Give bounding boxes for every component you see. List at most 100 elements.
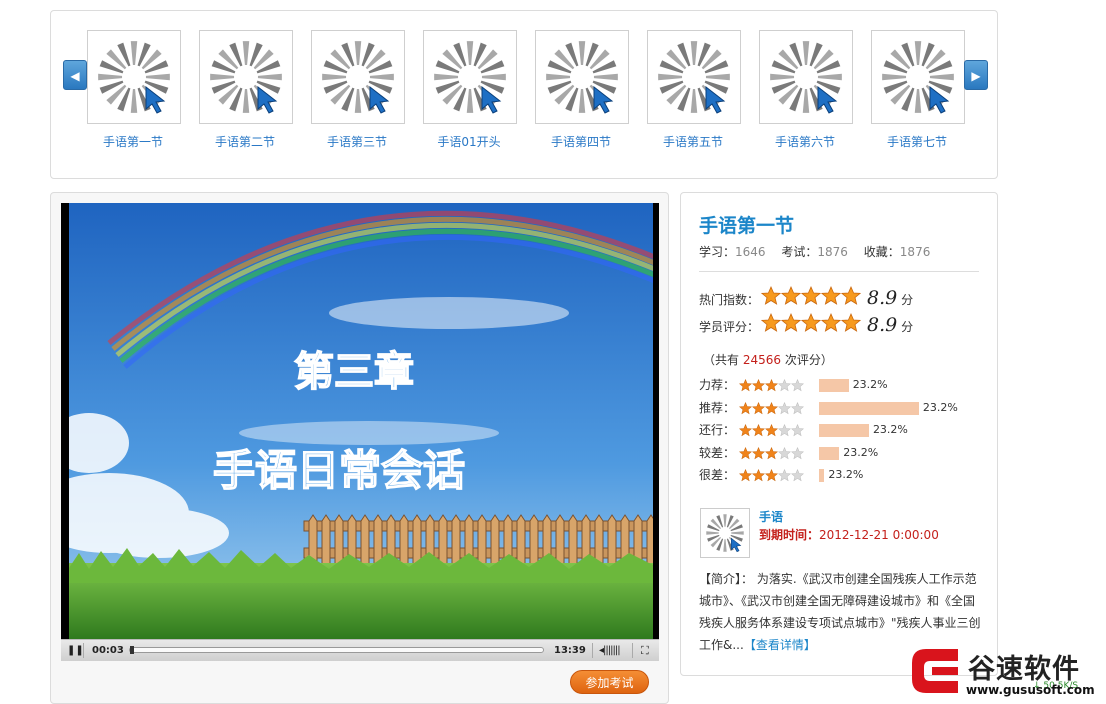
rating-stars bbox=[738, 465, 805, 485]
carousel-item-label[interactable]: 手语第三节 bbox=[311, 133, 403, 150]
rating-percent: 23.2% bbox=[852, 378, 888, 391]
join-exam-button[interactable]: 参加考试 bbox=[570, 670, 649, 694]
hot-stars-icon bbox=[760, 285, 862, 315]
carousel-item[interactable]: 手语01开头 bbox=[423, 30, 519, 150]
star-icon bbox=[790, 401, 805, 414]
video-subtitle-text: 手语日常会话 bbox=[213, 446, 465, 495]
total-prefix: （共有 bbox=[703, 353, 743, 367]
star-icon bbox=[764, 378, 779, 392]
carousel-prev-button[interactable]: ◀ bbox=[63, 60, 87, 90]
rating-stars bbox=[738, 375, 805, 395]
star-icon bbox=[777, 468, 792, 482]
thumbnail-image[interactable] bbox=[311, 30, 405, 124]
owner-avatar[interactable] bbox=[700, 508, 750, 558]
pause-icon[interactable]: ❚❚ bbox=[67, 640, 84, 661]
thumbnail-image[interactable] bbox=[647, 30, 741, 124]
star-icon bbox=[738, 468, 753, 482]
star-icon bbox=[738, 378, 753, 392]
star-icon bbox=[764, 401, 779, 414]
thumbnail-image[interactable] bbox=[535, 30, 629, 124]
lesson-intro: 【简介】： 为落实.《武汉市创建全国残疾人工作示范城市》、《武汉市创建全国无障碍… bbox=[699, 568, 984, 656]
seek-handle[interactable] bbox=[130, 646, 134, 654]
carousel-item[interactable]: 手语第四节 bbox=[535, 30, 631, 150]
carousel-item[interactable]: 手语第三节 bbox=[311, 30, 407, 150]
thumbnail-image[interactable] bbox=[759, 30, 853, 124]
carousel-item-label[interactable]: 手语第七节 bbox=[871, 133, 963, 150]
star-icon bbox=[751, 401, 766, 414]
star-icon bbox=[738, 446, 753, 459]
star-icon bbox=[840, 312, 862, 332]
carousel-item-label[interactable]: 手语第二节 bbox=[199, 133, 291, 150]
rating-row: 较差： 23.2% bbox=[699, 443, 979, 463]
star-icon bbox=[764, 446, 779, 459]
divider bbox=[699, 271, 979, 272]
expire-value: 2012-12-21 0:00:00 bbox=[819, 528, 939, 542]
total-count: 24566 bbox=[742, 353, 782, 367]
thumbnail-image[interactable] bbox=[871, 30, 965, 124]
carousel-item[interactable]: 手语第六节 bbox=[759, 30, 855, 150]
rating-stars bbox=[738, 398, 805, 418]
video-controls: ❚❚ 00:03 13:39 ◂||||||| ⛶ bbox=[61, 639, 659, 661]
placeholder-spinner-icon bbox=[322, 41, 394, 114]
rating-bar bbox=[819, 379, 849, 392]
volume-icon[interactable]: ◂||||||| bbox=[599, 640, 621, 661]
thumbnail-image[interactable] bbox=[423, 30, 517, 124]
carousel-item[interactable]: 手语第五节 bbox=[647, 30, 743, 150]
placeholder-spinner-icon bbox=[658, 41, 730, 114]
rating-percent: 23.2% bbox=[843, 445, 879, 459]
thumbnail-image[interactable] bbox=[87, 30, 181, 124]
hot-score-row: 热门指数： 8.9 分 bbox=[699, 285, 913, 311]
star-icon bbox=[751, 423, 766, 437]
student-score: 8.9 bbox=[867, 314, 898, 336]
gusu-logo-icon bbox=[912, 649, 958, 693]
placeholder-spinner-icon bbox=[770, 41, 842, 114]
carousel-item-label[interactable]: 手语01开头 bbox=[423, 133, 515, 150]
lesson-title: 手语第一节 bbox=[699, 215, 795, 237]
star-icon bbox=[777, 446, 792, 459]
carousel-item[interactable]: 手语第一节 bbox=[87, 30, 183, 150]
exam-count: 1876 bbox=[817, 245, 848, 259]
star-icon bbox=[790, 378, 805, 392]
star-icon bbox=[790, 446, 805, 459]
star-icon bbox=[751, 446, 766, 459]
owner-name[interactable]: 手语 bbox=[759, 508, 783, 525]
star-icon bbox=[840, 285, 862, 305]
carousel-item[interactable]: 手语第七节 bbox=[871, 30, 967, 150]
rating-bar bbox=[819, 424, 869, 437]
exam-label: 考试： bbox=[781, 245, 818, 259]
video-screen[interactable]: 第三章 手语日常会话 bbox=[61, 203, 659, 639]
rating-percent: 23.2% bbox=[922, 400, 958, 414]
carousel-item-label[interactable]: 手语第五节 bbox=[647, 133, 739, 150]
star-icon bbox=[820, 285, 842, 305]
total-suffix: 次评分） bbox=[781, 353, 833, 367]
star-icon bbox=[751, 468, 766, 482]
star-icon bbox=[760, 285, 782, 305]
watermark-url: www.gususoft.com bbox=[966, 683, 1095, 697]
carousel-next-button[interactable]: ▶ bbox=[964, 60, 988, 90]
view-details-link[interactable]: 【查看详情】 bbox=[744, 638, 816, 652]
star-icon bbox=[800, 285, 822, 305]
rating-stars bbox=[738, 443, 805, 463]
rating-label: 还行： bbox=[699, 423, 736, 437]
study-label: 学习： bbox=[699, 245, 736, 259]
current-time: 00:03 bbox=[92, 645, 124, 656]
expire-label: 到期时间： bbox=[759, 528, 820, 542]
fullscreen-icon[interactable]: ⛶ bbox=[641, 640, 649, 661]
rating-bar bbox=[819, 446, 840, 460]
placeholder-spinner-icon bbox=[98, 41, 170, 114]
star-icon bbox=[764, 468, 779, 482]
carousel-item-label[interactable]: 手语第四节 bbox=[535, 133, 627, 150]
placeholder-spinner-icon bbox=[882, 41, 954, 114]
thumbnail-image[interactable] bbox=[199, 30, 293, 124]
star-icon bbox=[764, 423, 779, 437]
rating-label: 很差： bbox=[699, 468, 736, 482]
star-icon bbox=[738, 401, 753, 414]
star-icon bbox=[777, 423, 792, 437]
watermark: 谷速软件 ↓ 50.5K/S www.gususoft.com bbox=[908, 645, 1106, 701]
star-icon bbox=[751, 378, 766, 392]
carousel-item-label[interactable]: 手语第一节 bbox=[87, 133, 179, 150]
seek-bar[interactable] bbox=[129, 646, 544, 654]
carousel-item[interactable]: 手语第二节 bbox=[199, 30, 295, 150]
rating-stars bbox=[738, 420, 805, 440]
carousel-item-label[interactable]: 手语第六节 bbox=[759, 133, 851, 150]
